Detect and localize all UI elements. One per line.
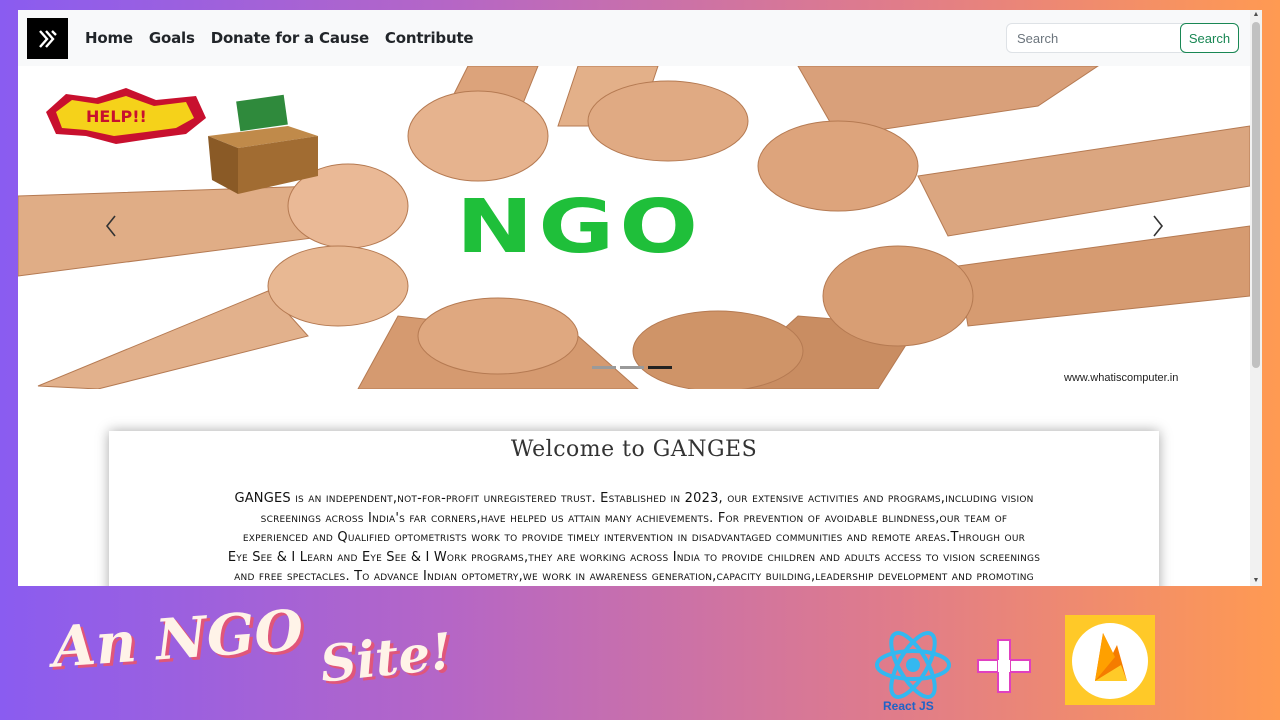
brand-mark-icon: [38, 29, 57, 48]
carousel-indicator-3[interactable]: [648, 366, 672, 369]
react-logo-icon: [875, 631, 951, 699]
chevron-right-icon: [1153, 215, 1164, 237]
welcome-line-2: screenings across India's far corners,ha…: [260, 510, 1008, 526]
help-sticker-text: HELP!!: [86, 107, 147, 126]
carousel-indicator-1[interactable]: [592, 366, 616, 369]
welcome-line-3: experienced and Qualified optometrists w…: [242, 530, 1026, 546]
navbar: Home Goals Donate for a Cause Contribute…: [18, 10, 1250, 66]
welcome-line-1: GANGES is an independent,not-for-profit …: [234, 491, 1034, 506]
plus-icon: [977, 639, 1031, 693]
help-sticker: HELP!!: [46, 88, 206, 144]
carousel-prev-button[interactable]: [93, 206, 133, 246]
welcome-body: GANGES is an independent,not-for-profit …: [119, 489, 1149, 586]
search-button[interactable]: Search: [1180, 23, 1239, 53]
vertical-scrollbar[interactable]: ▲ ▼: [1250, 10, 1262, 586]
chevron-left-icon: [105, 215, 116, 237]
hero-carousel: HELP!! NGO www.whatiscomputer.in: [18, 66, 1250, 389]
scroll-up-icon[interactable]: ▲: [1250, 10, 1262, 20]
nav-link-home[interactable]: Home: [85, 29, 133, 47]
welcome-line-4: Eye See & I Learn and Eye See & I Work p…: [227, 549, 1041, 565]
promo-title: An NGO: [50, 597, 306, 681]
scroll-down-icon[interactable]: ▼: [1250, 576, 1262, 586]
promo-subtitle: Site!: [317, 621, 455, 694]
welcome-line-5: and free spectacles. To advance Indian o…: [234, 569, 1034, 585]
firebase-flame-icon: [1072, 623, 1148, 699]
scroll-thumb[interactable]: [1252, 22, 1260, 368]
image-watermark: www.whatiscomputer.in: [1064, 372, 1179, 384]
nav-links: Home Goals Donate for a Cause Contribute: [85, 10, 489, 66]
browser-window: Home Goals Donate for a Cause Contribute…: [18, 10, 1262, 586]
ngo-headline: NGO: [456, 184, 703, 270]
nav-link-goals[interactable]: Goals: [149, 29, 195, 47]
react-label: React JS: [883, 699, 934, 713]
money-box-icon: [208, 94, 318, 194]
nav-link-donate[interactable]: Donate for a Cause: [211, 29, 369, 47]
carousel-next-button[interactable]: [1136, 206, 1176, 246]
welcome-title: Welcome to GANGES: [510, 437, 758, 462]
welcome-card: Welcome to GANGES GANGES is an independe…: [109, 431, 1159, 586]
carousel-indicator-2[interactable]: [620, 366, 644, 369]
brand-logo[interactable]: [27, 18, 68, 59]
search-input[interactable]: [1006, 23, 1192, 53]
nav-link-contribute[interactable]: Contribute: [385, 29, 474, 47]
firebase-logo-tile: [1065, 615, 1155, 705]
carousel-indicators: [592, 366, 672, 369]
